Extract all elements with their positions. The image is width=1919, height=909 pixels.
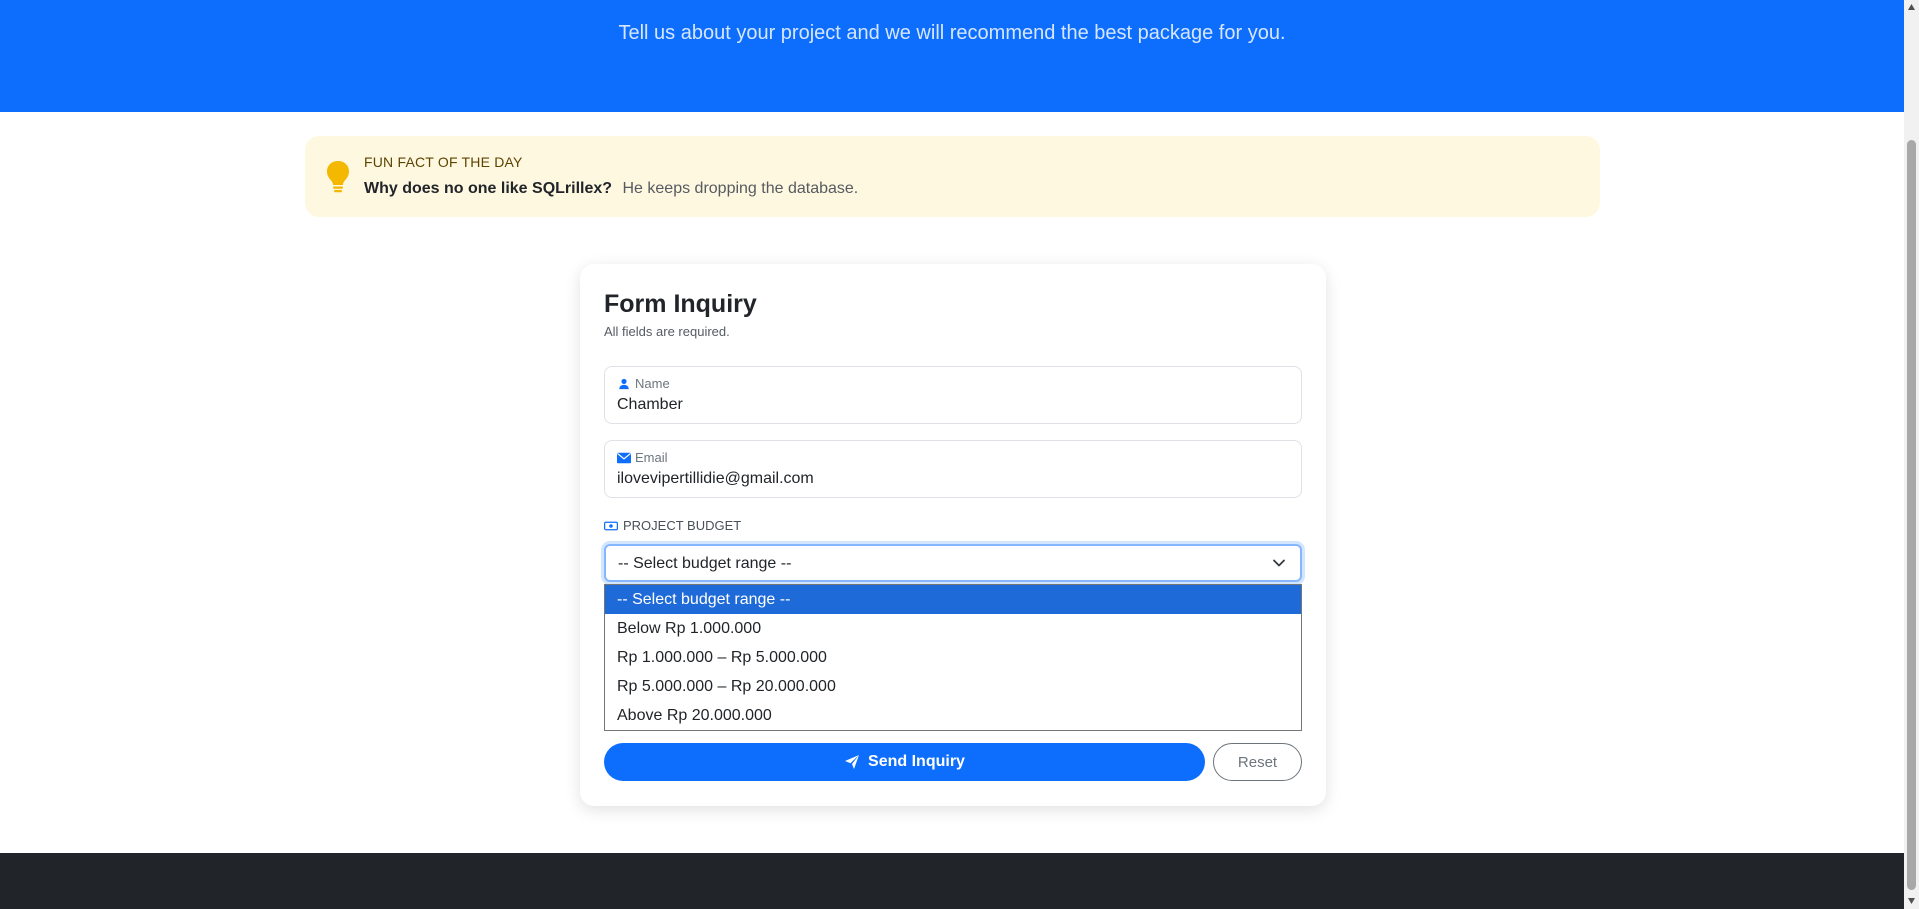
fun-fact-text: Why does no one like SQLrillex? He keeps…	[364, 180, 858, 198]
email-field[interactable]: Email ilovevipertillidie@gmail.com	[604, 440, 1302, 498]
name-field-label: Name	[617, 376, 670, 391]
fun-fact-answer: He keeps dropping the database.	[622, 180, 859, 197]
page: Tell us about your project and we will r…	[0, 0, 1904, 909]
name-label-text: Name	[635, 376, 670, 391]
scrollbar-thumb[interactable]	[1907, 140, 1916, 890]
inquiry-form-card: Form Inquiry All fields are required. Na…	[580, 264, 1326, 806]
send-icon	[845, 755, 860, 769]
name-input[interactable]: Chamber	[617, 396, 683, 414]
budget-option[interactable]: Rp 5.000.000 – Rp 20.000.000	[605, 672, 1301, 701]
person-icon	[619, 378, 629, 389]
budget-label: PROJECT BUDGET	[604, 518, 741, 533]
form-subtitle: All fields are required.	[604, 324, 730, 339]
budget-dropdown-list: -- Select budget range -- Below Rp 1.000…	[604, 584, 1302, 731]
reset-label: Reset	[1237, 753, 1278, 771]
page-footer	[0, 853, 1904, 909]
budget-select[interactable]: -- Select budget range --	[604, 544, 1302, 582]
vertical-scrollbar[interactable]	[1904, 0, 1919, 909]
budget-option[interactable]: Below Rp 1.000.000	[605, 614, 1301, 643]
name-field[interactable]: Name Chamber	[604, 366, 1302, 424]
lightbulb-icon	[327, 161, 349, 193]
scroll-up-arrow-icon[interactable]	[1907, 3, 1916, 11]
form-title: Form Inquiry	[604, 290, 757, 318]
fun-fact-kicker: FUN FACT OF THE DAY	[364, 154, 523, 170]
send-inquiry-button[interactable]: Send Inquiry	[604, 743, 1205, 781]
hero-subtitle: Tell us about your project and we will r…	[618, 22, 1286, 44]
budget-option[interactable]: Above Rp 20.000.000	[605, 701, 1301, 730]
budget-option[interactable]: Rp 1.000.000 – Rp 5.000.000	[605, 643, 1301, 672]
fun-fact-question: Why does no one like SQLrillex?	[364, 180, 613, 197]
cash-icon	[604, 521, 618, 530]
scroll-down-arrow-icon[interactable]	[1907, 897, 1916, 905]
chevron-down-icon	[1273, 559, 1285, 567]
envelope-icon	[617, 452, 631, 463]
budget-label-text: PROJECT BUDGET	[623, 518, 742, 533]
fun-fact-callout: FUN FACT OF THE DAY Why does no one like…	[305, 136, 1600, 217]
send-inquiry-label: Send Inquiry	[868, 753, 965, 770]
email-field-label: Email	[617, 450, 668, 465]
hero-banner: Tell us about your project and we will r…	[0, 0, 1904, 112]
reset-button[interactable]: Reset	[1213, 743, 1302, 781]
budget-selected-value: -- Select budget range --	[618, 555, 792, 572]
email-label-text: Email	[635, 450, 668, 465]
budget-option[interactable]: -- Select budget range --	[605, 585, 1301, 614]
email-input[interactable]: ilovevipertillidie@gmail.com	[617, 470, 814, 488]
